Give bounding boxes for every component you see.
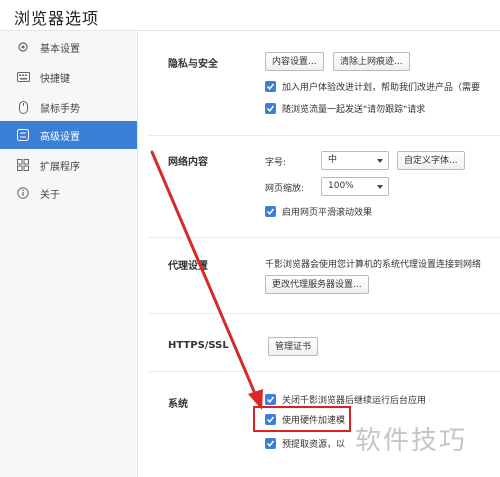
font-size-label: 字号: xyxy=(265,158,287,168)
zoom-value: 100% xyxy=(328,181,354,191)
change-proxy-button[interactable]: 更改代理服务器设置... xyxy=(265,275,369,294)
option-label: 关闭千影浏览器后继续运行后台应用 xyxy=(282,396,427,406)
checkbox-checked-icon[interactable] xyxy=(265,206,276,217)
checkbox-checked-icon[interactable] xyxy=(265,81,276,92)
watermark-text: 软件技巧 xyxy=(355,426,468,456)
sidebar-item-extensions[interactable]: 扩展程序 xyxy=(0,151,137,179)
keyboard-icon xyxy=(16,70,30,84)
clear-history-button[interactable]: 清除上网痕迹... xyxy=(333,52,410,71)
title-bar: 浏览器选项 xyxy=(0,0,500,31)
section-title-proxy: 代理设置 xyxy=(168,261,208,272)
font-size-select[interactable]: 中 xyxy=(321,151,389,170)
ux-program-option[interactable]: 加入用户体验改进计划，帮助我们改进产品（需要 xyxy=(265,80,480,93)
section-divider xyxy=(148,313,500,314)
zoom-label: 网页缩放: xyxy=(265,184,305,194)
advanced-settings-icon xyxy=(16,128,30,142)
manage-certificates-button[interactable]: 管理证书 xyxy=(268,337,319,356)
proxy-description: 千影浏览器会使用您计算机的系统代理设置连接到网络 xyxy=(265,260,482,270)
extensions-icon xyxy=(16,158,30,172)
sidebar-item-basic-settings[interactable]: 基本设置 xyxy=(0,33,137,61)
sidebar-item-label: 高级设置 xyxy=(40,131,80,143)
section-title-system: 系统 xyxy=(168,399,188,410)
gear-icon xyxy=(16,40,30,54)
window-title: 浏览器选项 xyxy=(14,9,100,28)
sidebar: 基本设置 快捷键 鼠标手势 高级设置 扩展程序 关于 xyxy=(0,31,138,477)
info-icon xyxy=(16,186,30,200)
chevron-down-icon xyxy=(377,159,383,163)
sidebar-item-about[interactable]: 关于 xyxy=(0,179,137,207)
section-divider xyxy=(148,371,500,372)
checkbox-checked-icon[interactable] xyxy=(265,438,276,449)
section-title-privacy: 隐私与安全 xyxy=(168,59,218,70)
checkbox-checked-icon[interactable] xyxy=(265,394,276,405)
section-divider xyxy=(148,237,500,238)
do-not-track-option[interactable]: 随浏览流量一起发送"请勿跟踪"请求 xyxy=(265,102,425,115)
chevron-down-icon xyxy=(377,185,383,189)
option-label: 加入用户体验改进计划，帮助我们改进产品（需要 xyxy=(282,83,481,93)
section-divider xyxy=(148,135,500,136)
smooth-scroll-option[interactable]: 启用网页平滑滚动效果 xyxy=(265,205,372,218)
mouse-icon xyxy=(16,100,30,114)
option-label: 启用网页平滑滚动效果 xyxy=(282,208,373,218)
sidebar-item-shortcuts[interactable]: 快捷键 xyxy=(0,63,137,91)
sidebar-item-label: 鼠标手势 xyxy=(40,103,80,115)
background-apps-option[interactable]: 关闭千影浏览器后继续运行后台应用 xyxy=(265,393,426,406)
sidebar-item-label: 快捷键 xyxy=(40,73,70,85)
content-settings-button[interactable]: 内容设置... xyxy=(265,52,324,71)
prefetch-option[interactable]: 预提取资源，以 xyxy=(265,437,345,450)
section-title-https: HTTPS/SSL xyxy=(168,340,229,351)
checkbox-checked-icon[interactable] xyxy=(265,103,276,114)
sidebar-item-advanced-settings[interactable]: 高级设置 xyxy=(0,121,137,149)
sidebar-item-mouse-gestures[interactable]: 鼠标手势 xyxy=(0,93,137,121)
sidebar-item-label: 扩展程序 xyxy=(40,161,80,173)
font-size-value: 中 xyxy=(328,155,338,165)
option-label: 预提取资源，以 xyxy=(282,440,346,450)
zoom-select[interactable]: 100% xyxy=(321,177,389,196)
section-title-web-content: 网络内容 xyxy=(168,157,208,168)
sidebar-item-label: 关于 xyxy=(40,189,60,201)
annotation-highlight-box xyxy=(253,406,351,432)
sidebar-item-label: 基本设置 xyxy=(40,43,80,55)
custom-font-button[interactable]: 自定义字体... xyxy=(397,151,465,170)
option-label: 随浏览流量一起发送"请勿跟踪"请求 xyxy=(282,105,426,115)
